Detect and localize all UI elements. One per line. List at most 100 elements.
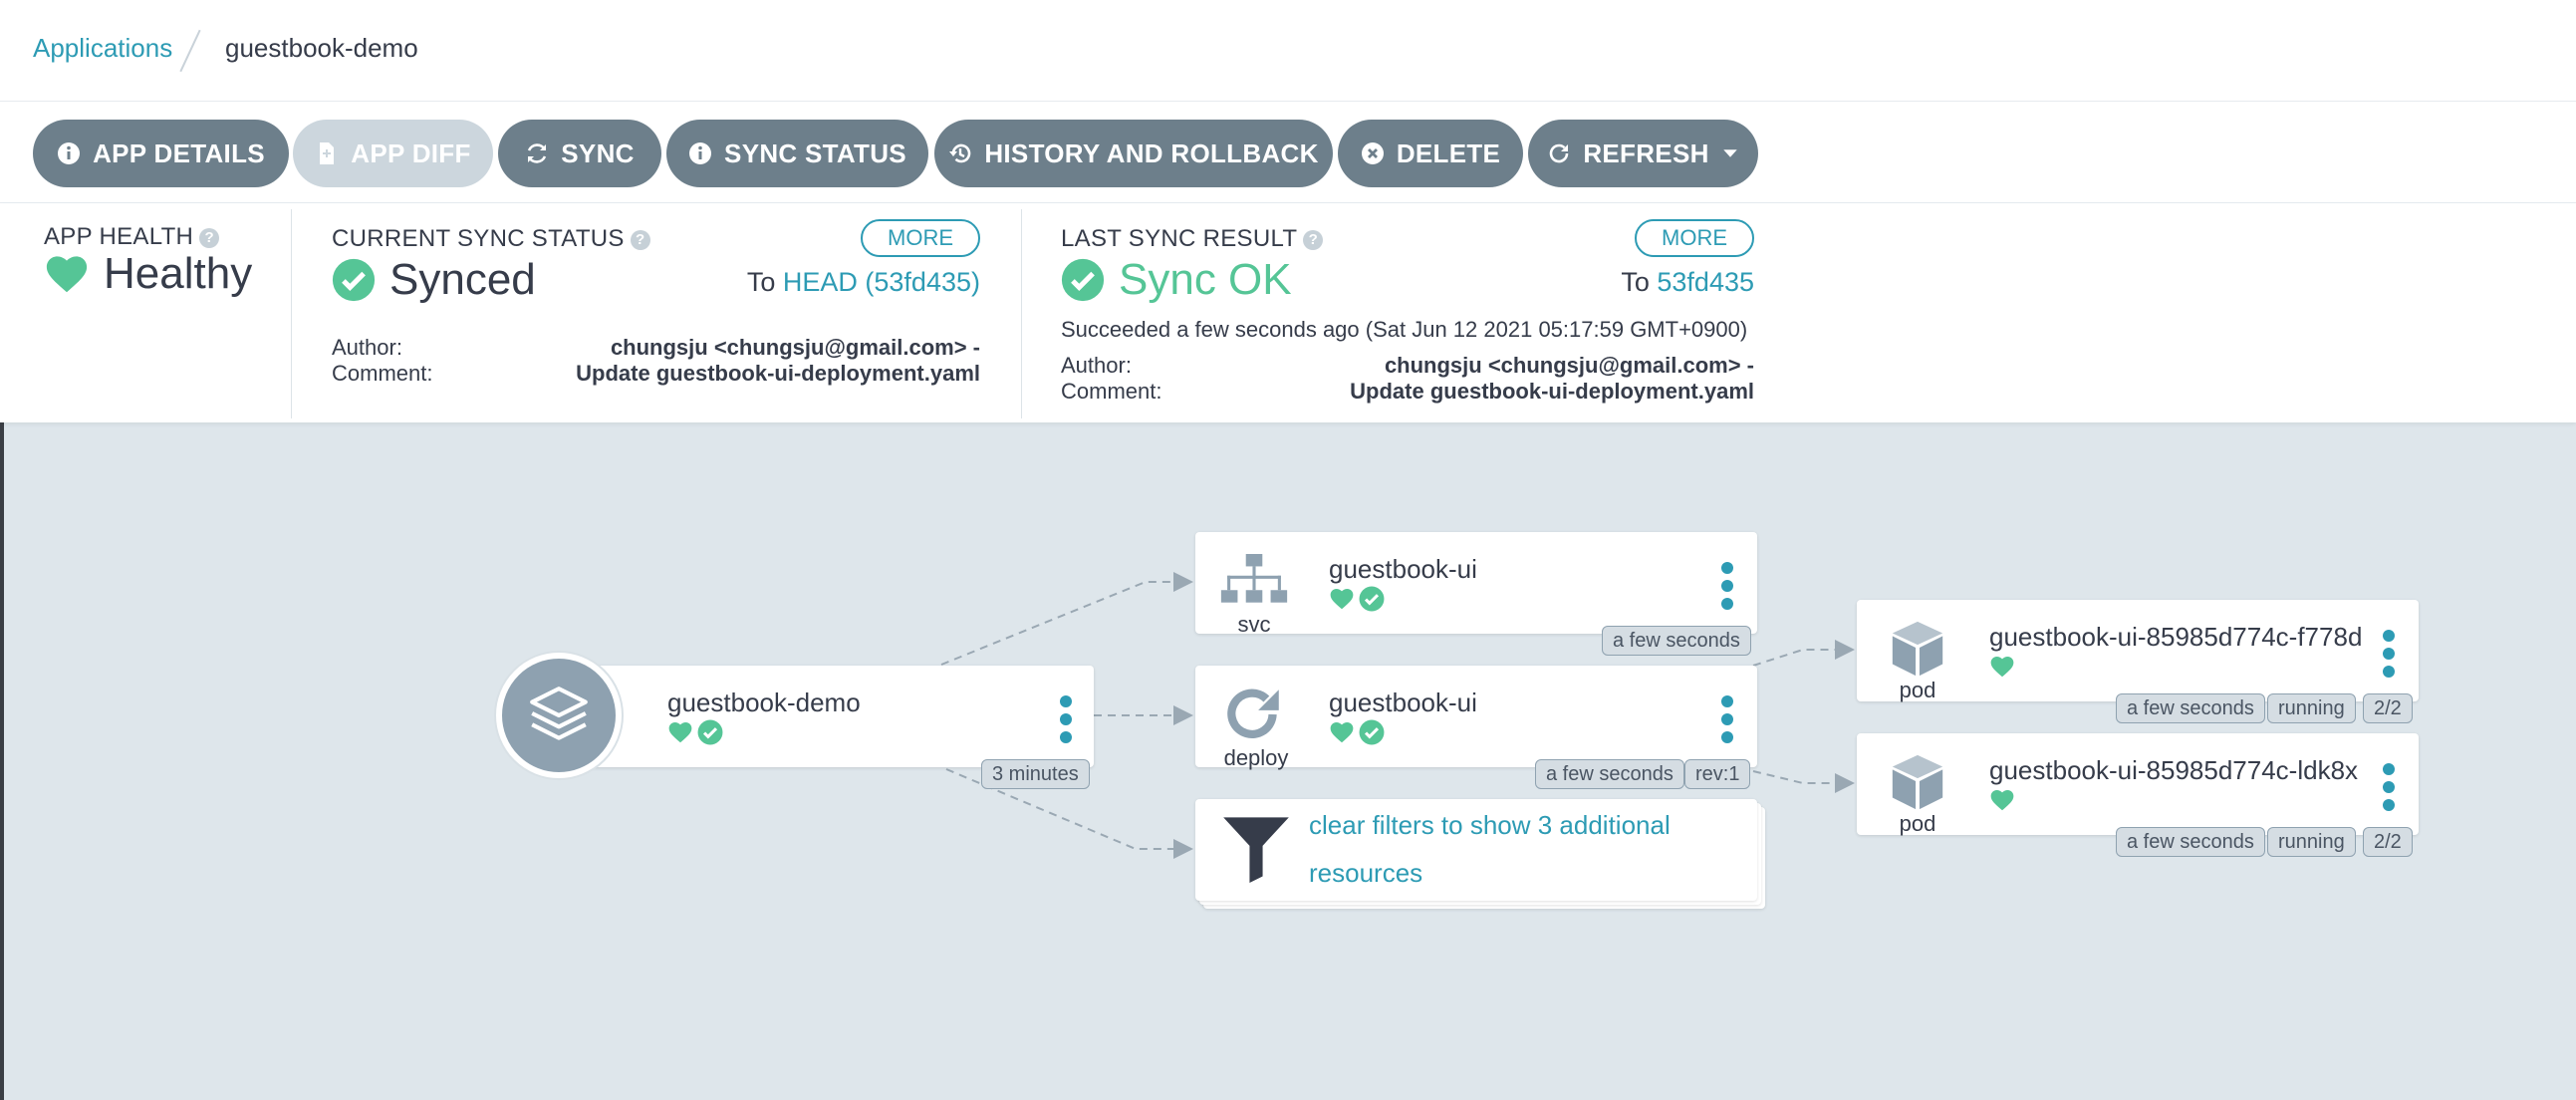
history-rollback-label: HISTORY AND ROLLBACK [984,138,1319,168]
check-circle-icon [332,258,376,302]
delete-button[interactable]: DELETE [1338,120,1523,187]
last-sync-value: Sync OK [1061,255,1292,305]
refresh-icon [1550,143,1569,163]
check-circle-icon [697,719,723,745]
layers-icon [530,687,588,740]
deploy-node-status [1329,719,1385,745]
app-node-age-tag: 3 minutes [981,759,1090,789]
info-icon [58,142,81,164]
help-icon[interactable]: ? [199,227,220,248]
head-revision-link[interactable]: HEAD (53fd435) [783,267,980,297]
delete-label: DELETE [1396,138,1501,168]
pod-node-ready-tag: 2/2 [2363,693,2413,723]
pod-node-menu-icon[interactable] [2382,630,2396,678]
sync-icon [528,143,547,163]
pod-node-name: guestbook-ui-85985d774c-ldk8x [1989,755,2359,785]
info-icon [689,142,712,164]
sync-status-title: CURRENT SYNC STATUS [332,225,625,252]
pod-node-status-tag: running [2267,693,2356,723]
author-value: chungsju <chungsju@gmail.com> - [610,335,980,360]
app-node-icon [496,653,622,778]
clear-filters-link[interactable]: clear filters to show 3 additional resou… [1309,801,1727,897]
sync-status-more-button[interactable]: MORE [861,219,980,257]
app-diff-button[interactable]: APP DIFF [293,120,493,187]
comment-label: Comment: [332,361,433,386]
deploy-node-menu-icon[interactable] [1720,695,1734,743]
edge-deploy-pod2 [1752,770,1855,793]
history-rollback-button[interactable]: HISTORY AND ROLLBACK [934,120,1333,187]
breadcrumb-current: guestbook-demo [225,33,418,63]
heart-icon [46,256,88,293]
deploy-node-age-tag: a few seconds [1535,759,1684,789]
comment-label: Comment: [1061,379,1162,404]
cube-icon [1892,621,1943,677]
last-sync-target: To 53fd435 [1494,267,1754,298]
deploy-node-name: guestbook-ui [1329,688,1477,717]
svc-node-age-tag: a few seconds [1602,626,1751,656]
comment-value: Update guestbook-ui-deployment.yaml [576,361,980,386]
heart-icon [1990,790,2014,811]
app-diff-label: APP DIFF [351,138,471,168]
last-sync-heading: LAST SYNC RESULT? [1061,225,1324,253]
pod-node-name: guestbook-ui-85985d774c-f778d [1989,622,2363,652]
revision-link[interactable]: 53fd435 [1657,267,1754,297]
last-sync-more-button[interactable]: MORE [1635,219,1754,257]
file-diff-icon [320,142,335,164]
pod-node-kind: pod [1899,678,1936,702]
history-icon [949,143,971,163]
heart-icon [668,722,692,743]
pod-node-status [1989,654,2015,680]
heart-icon [1330,589,1354,610]
svc-node-status [1329,586,1385,612]
help-icon[interactable]: ? [630,229,650,250]
breadcrumb-applications-link[interactable]: Applications [33,33,172,64]
author-label: Author: [1061,353,1132,378]
deploy-node-kind: deploy [1223,745,1289,770]
cube-icon [1892,754,1943,810]
app-health-label: APP HEALTH [44,223,194,250]
pod-node-status [1989,787,2015,813]
comment-value: Update guestbook-ui-deployment.yaml [1350,379,1754,404]
pod-node-age-tag: a few seconds [2116,693,2265,723]
sync-status-text: Synced [389,255,536,304]
refresh-button[interactable]: REFRESH [1528,120,1758,187]
check-circle-icon [1359,586,1385,612]
sync-label: SYNC [561,138,635,168]
to-prefix: To [1621,267,1650,297]
sync-status-button[interactable]: SYNC STATUS [666,120,928,187]
sync-status-value: Synced [332,255,536,305]
app-health-text: Healthy [104,249,253,298]
heart-icon [1330,722,1354,743]
sync-status-heading: CURRENT SYNC STATUS? [332,225,650,253]
sync-status-target: To HEAD (53fd435) [697,267,980,298]
app-node-menu-icon[interactable] [1059,695,1073,743]
svc-node-menu-icon[interactable] [1720,562,1734,610]
app-details-label: APP DETAILS [93,138,265,168]
redo-icon [1227,688,1279,738]
pod-node-ready-tag: 2/2 [2363,827,2413,857]
to-prefix: To [746,267,776,297]
svc-node-kind: svc [1237,612,1271,637]
refresh-label: REFRESH [1583,138,1709,168]
divider [1021,209,1022,418]
app-node-name: guestbook-demo [667,688,861,717]
sync-status-label: SYNC STATUS [724,138,906,168]
check-circle-icon [1359,719,1385,745]
deploy-node-revision-tag: rev:1 [1684,759,1751,789]
filter-icon [1223,817,1289,883]
app-node-status [667,719,723,745]
pod-node-age-tag: a few seconds [2116,827,2265,857]
heart-icon [1990,657,2014,678]
edge-app-svc [940,572,1193,666]
author-value: chungsju <chungsju@gmail.com> - [1384,353,1754,378]
caret-down-icon[interactable] [1721,144,1739,162]
sync-button[interactable]: SYNC [498,120,661,187]
edge-deploy-pod1 [1752,640,1855,667]
help-icon[interactable]: ? [1303,229,1324,250]
pod-node-kind: pod [1899,811,1936,836]
app-details-button[interactable]: APP DETAILS [33,120,289,187]
divider [291,209,292,418]
pod-node-menu-icon[interactable] [2382,763,2396,811]
times-circle-icon [1361,142,1384,164]
last-sync-title: LAST SYNC RESULT [1061,225,1298,252]
